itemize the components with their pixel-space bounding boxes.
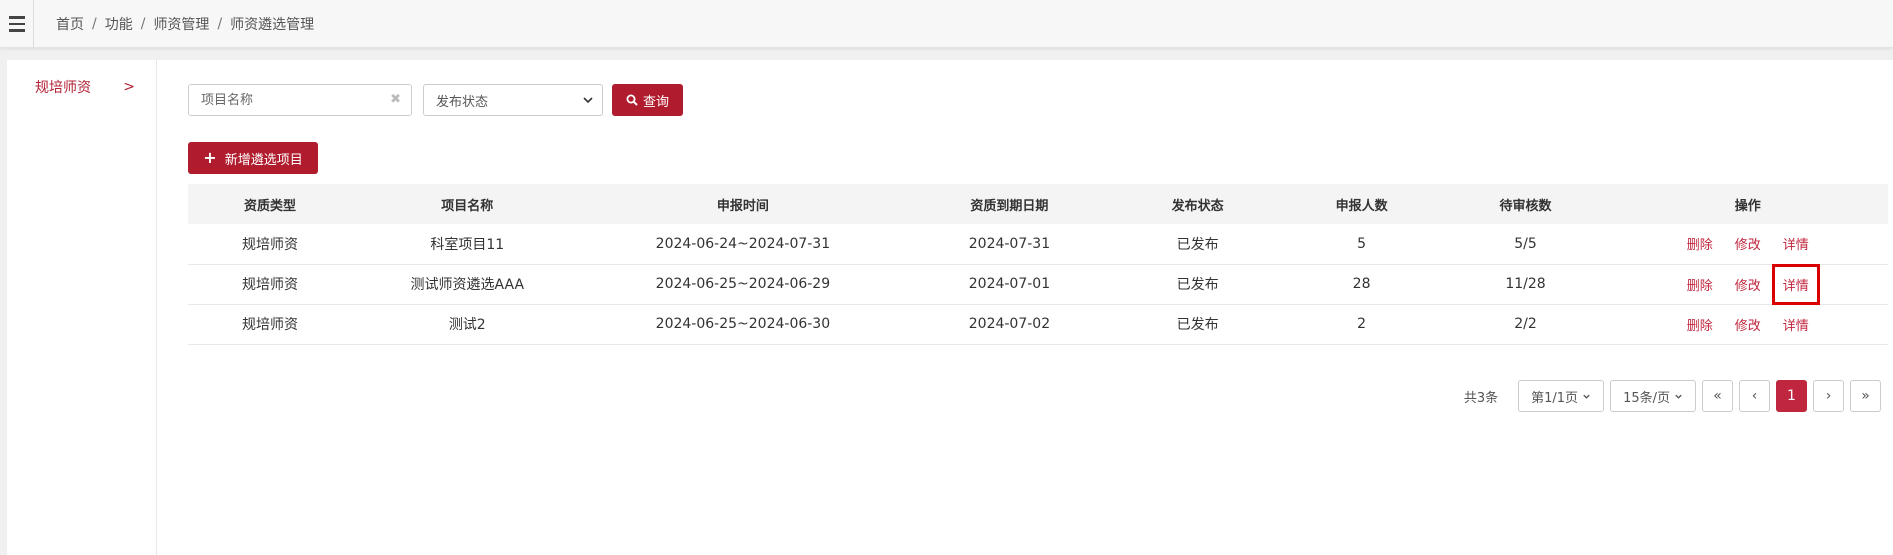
chevron-right-icon: > bbox=[123, 79, 135, 95]
cell-actions: 删除 修改 详情 bbox=[1607, 263, 1888, 305]
last-page-button[interactable]: » bbox=[1850, 380, 1881, 412]
edit-link[interactable]: 修改 bbox=[1735, 275, 1761, 294]
page-select-label: 第1/1页 bbox=[1531, 390, 1579, 406]
cell-project-name: 测试2 bbox=[351, 304, 583, 345]
top-bar: 首页 / 功能 / 师资管理 / 师资遴选管理 bbox=[0, 0, 1893, 48]
breadcrumb-current: 师资遴选管理 bbox=[230, 17, 315, 33]
breadcrumb-teacher-management[interactable]: 师资管理 bbox=[153, 14, 209, 34]
cell-publish-status: 已发布 bbox=[1115, 264, 1280, 305]
add-button-label: 新增遴选项目 bbox=[224, 152, 303, 168]
delete-link[interactable]: 删除 bbox=[1687, 275, 1713, 294]
cell-expiry-date: 2024-07-01 bbox=[903, 264, 1116, 305]
pagination: 共3条 第1/1页 15条/页 « ‹ 1 › » bbox=[1464, 380, 1881, 412]
breadcrumb: 首页 / 功能 / 师资管理 / 师资遴选管理 bbox=[56, 0, 314, 48]
delete-link[interactable]: 删除 bbox=[1687, 234, 1713, 253]
menu-toggle-icon[interactable] bbox=[0, 0, 34, 48]
edit-link[interactable]: 修改 bbox=[1735, 315, 1761, 334]
cell-publish-status: 已发布 bbox=[1115, 224, 1280, 265]
table-row: 规培师资 科室项目11 2024-06-24~2024-07-31 2024-0… bbox=[188, 224, 1888, 265]
publish-status-placeholder: 发布状态 bbox=[436, 94, 489, 110]
query-button-label: 查询 bbox=[642, 94, 669, 110]
sidebar: 规培师资 > bbox=[7, 60, 157, 555]
publish-status-select[interactable]: 发布状态 bbox=[423, 84, 603, 116]
cell-applicant-count: 2 bbox=[1279, 304, 1444, 345]
detail-link[interactable]: 详情 bbox=[1783, 234, 1809, 253]
chevron-down-icon bbox=[583, 97, 593, 104]
cell-expiry-date: 2024-07-31 bbox=[903, 224, 1116, 265]
col-header-expiry-date: 资质到期日期 bbox=[903, 184, 1116, 224]
cell-applicant-count: 28 bbox=[1279, 264, 1444, 305]
col-header-project-name: 项目名称 bbox=[351, 184, 583, 224]
cell-qualification-type: 规培师资 bbox=[188, 224, 352, 265]
plus-icon: + bbox=[203, 148, 217, 167]
breadcrumb-home[interactable]: 首页 bbox=[56, 14, 84, 34]
cell-expiry-date: 2024-07-02 bbox=[903, 304, 1116, 345]
breadcrumb-function[interactable]: 功能 bbox=[105, 14, 133, 34]
cell-application-period: 2024-06-24~2024-07-31 bbox=[582, 224, 904, 265]
detail-link-highlighted[interactable]: 详情 bbox=[1771, 263, 1820, 305]
cell-qualification-type: 规培师资 bbox=[188, 264, 352, 305]
page-size-label: 15条/页 bbox=[1623, 390, 1670, 406]
cell-actions: 删除 修改 详情 bbox=[1607, 304, 1888, 345]
sidebar-item-label: 规培师资 bbox=[35, 80, 91, 96]
project-name-input[interactable] bbox=[189, 85, 379, 115]
total-count: 共3条 bbox=[1463, 390, 1499, 406]
clear-icon[interactable]: ✖ bbox=[390, 92, 401, 107]
cell-publish-status: 已发布 bbox=[1115, 304, 1280, 345]
cell-applicant-count: 5 bbox=[1279, 224, 1444, 265]
cell-pending-review: 5/5 bbox=[1443, 224, 1608, 265]
project-name-input-wrapper: ✖ bbox=[188, 84, 412, 116]
cell-pending-review: 2/2 bbox=[1443, 304, 1608, 345]
edit-link[interactable]: 修改 bbox=[1735, 234, 1761, 253]
prev-page-button[interactable]: ‹ bbox=[1739, 380, 1770, 412]
cell-project-name: 科室项目11 bbox=[351, 224, 583, 265]
cell-application-period: 2024-06-25~2024-06-30 bbox=[582, 304, 904, 345]
first-page-button[interactable]: « bbox=[1702, 380, 1733, 412]
page-size-select[interactable]: 15条/页 bbox=[1610, 380, 1696, 412]
delete-link[interactable]: 删除 bbox=[1687, 315, 1713, 334]
add-selection-project-button[interactable]: + 新增遴选项目 bbox=[188, 142, 318, 174]
table-row: 规培师资 测试2 2024-06-25~2024-06-30 2024-07-0… bbox=[188, 304, 1888, 345]
col-header-publish-status: 发布状态 bbox=[1115, 184, 1280, 224]
project-table: 资质类型 项目名称 申报时间 资质到期日期 发布状态 申报人数 待审核数 操作 … bbox=[188, 184, 1888, 345]
col-header-pending-review: 待审核数 bbox=[1443, 184, 1608, 224]
search-icon bbox=[626, 94, 638, 106]
col-header-actions: 操作 bbox=[1607, 184, 1888, 224]
breadcrumb-separator: / bbox=[217, 16, 223, 32]
detail-link[interactable]: 详情 bbox=[1783, 315, 1809, 334]
next-page-button[interactable]: › bbox=[1813, 380, 1844, 412]
query-button[interactable]: 查询 bbox=[612, 84, 683, 116]
cell-project-name: 测试师资遴选AAA bbox=[351, 264, 583, 305]
cell-qualification-type: 规培师资 bbox=[188, 304, 352, 345]
page-select[interactable]: 第1/1页 bbox=[1518, 380, 1605, 412]
col-header-application-period: 申报时间 bbox=[582, 184, 904, 224]
chevron-down-icon bbox=[1675, 394, 1682, 399]
table-header-row: 资质类型 项目名称 申报时间 资质到期日期 发布状态 申报人数 待审核数 操作 bbox=[188, 184, 1888, 224]
table-row: 规培师资 测试师资遴选AAA 2024-06-25~2024-06-29 202… bbox=[188, 263, 1888, 305]
breadcrumb-separator: / bbox=[92, 16, 97, 32]
col-header-applicant-count: 申报人数 bbox=[1279, 184, 1444, 224]
cell-application-period: 2024-06-25~2024-06-29 bbox=[582, 264, 904, 305]
cell-pending-review: 11/28 bbox=[1443, 264, 1608, 305]
chevron-down-icon bbox=[1583, 394, 1590, 399]
page-1-button[interactable]: 1 bbox=[1776, 380, 1807, 412]
content-card: 规培师资 > ✖ 发布状态 查询 + 新增遴选项目 资质类型 bbox=[7, 60, 1893, 555]
cell-actions: 删除 修改 详情 bbox=[1607, 224, 1888, 265]
col-header-qualification-type: 资质类型 bbox=[188, 184, 352, 224]
sidebar-item-standard-training-teachers[interactable]: 规培师资 > bbox=[35, 74, 135, 100]
breadcrumb-separator: / bbox=[140, 16, 146, 32]
